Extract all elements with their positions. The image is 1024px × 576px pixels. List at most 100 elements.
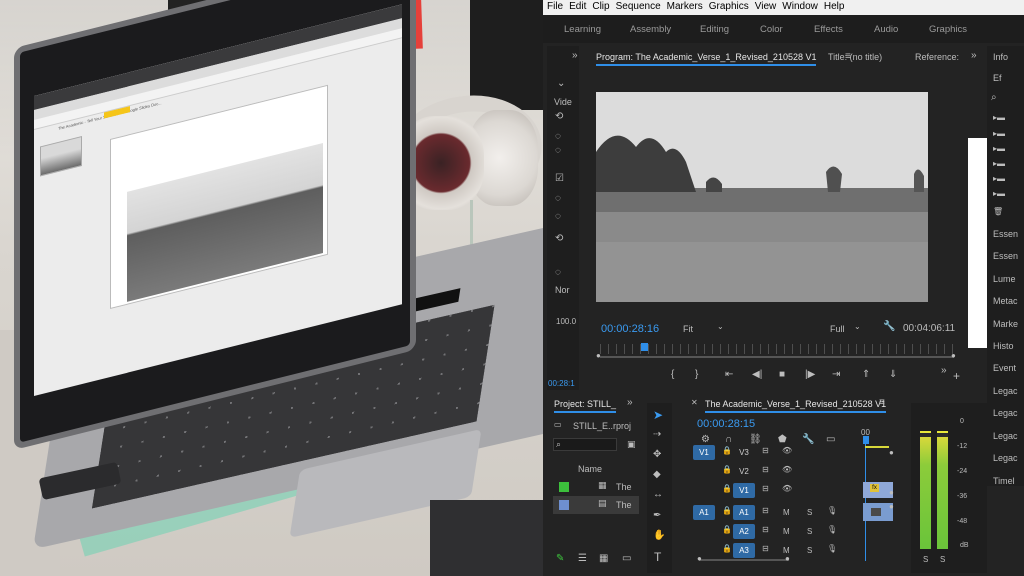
eye-icon[interactable]: 👁 [782,447,792,455]
legacy-tab-1[interactable]: Legac [993,386,1018,396]
type-tool-icon[interactable]: T [654,551,661,563]
program-tab[interactable]: Program: The Academic_Verse_1_Revised_21… [596,52,817,66]
track-v3[interactable]: V3 [733,445,755,460]
quality-select[interactable]: Full [830,324,845,334]
track-v1[interactable]: V1 [733,483,755,498]
track-scroll-handle[interactable]: ● [889,449,894,457]
essential-graphics-tab[interactable]: Essen [993,229,1018,239]
legacy-tab-2[interactable]: Legac [993,408,1018,418]
captions-icon[interactable]: ▭ [826,435,835,445]
menu-graphics[interactable]: Graphics [707,0,753,15]
scrub-start-handle[interactable]: ● [596,352,601,360]
project-search-input[interactable] [553,438,617,451]
folder-icon[interactable]: ▸▬ [993,175,1005,183]
keyframe-icon[interactable]: ◌ [555,146,561,156]
workspace-editing[interactable]: Editing [700,24,729,35]
lock-icon[interactable]: 🔒 [722,507,732,515]
folder-icon[interactable]: ▸▬ [993,160,1005,168]
track-v2[interactable]: V2 [733,464,755,479]
quality-chevron-icon[interactable]: ⌄ [854,323,861,331]
overflow-icon[interactable]: » [971,51,977,61]
fit-chevron-icon[interactable]: ⌄ [717,323,724,331]
add-button-icon[interactable]: + [953,370,960,382]
project-row[interactable]: ▦ The [553,478,639,496]
extract-icon[interactable]: ⇓ [889,370,897,380]
timecode-tab[interactable]: Timel [993,476,1015,486]
overflow-icon[interactable]: » [941,366,947,376]
track-a2[interactable]: A2 [733,524,755,539]
reference-tab[interactable]: Reference: [915,52,959,62]
legacy-tab-4[interactable]: Legac [993,453,1018,463]
selection-tool-icon[interactable]: ➤ [653,409,663,421]
workspace-effects[interactable]: Effects [814,24,843,35]
timeremap-icon[interactable]: ⟲ [555,234,563,244]
meter-solo-left[interactable]: S [923,555,928,564]
menu-clip[interactable]: Clip [590,0,613,15]
rotation-icon[interactable]: ◌ [555,212,561,222]
info-tab[interactable]: Info [993,52,1008,62]
solo-button[interactable]: S [807,546,812,555]
mute-button[interactable]: M [783,508,790,517]
title-tab[interactable]: Title: (no title) [828,52,882,62]
lock-icon[interactable]: 🔒 [722,447,732,455]
freeform-view-icon[interactable]: ▭ [622,554,631,564]
playhead-marker[interactable] [641,343,648,351]
workspace-audio[interactable]: Audio [874,24,898,35]
folder-icon[interactable]: ▸▬ [993,190,1005,198]
timeline-timecode[interactable]: 00:00:28:15 [697,418,755,430]
meter-solo-right[interactable]: S [940,555,945,564]
essential-sound-tab[interactable]: Essen [993,251,1018,261]
sync-lock-icon[interactable]: ⊟ [762,526,769,534]
checkbox-icon[interactable]: ☑ [555,174,564,184]
fx-icon[interactable]: ⟲ [555,112,563,122]
trash-icon[interactable]: 🗑 [993,208,1003,216]
dropdown-icon[interactable]: ⌄ [557,79,565,89]
icon-view-icon[interactable]: ▦ [599,554,608,564]
menu-view[interactable]: View [753,0,781,15]
markers-tab[interactable]: Marke [993,319,1018,329]
timeline-settings-icon[interactable]: 🔧 [802,435,814,445]
project-row[interactable]: ▤ The [553,496,639,514]
folder-icon[interactable]: ▸▬ [993,130,1005,138]
work-area-bar[interactable] [865,446,889,448]
events-tab[interactable]: Event [993,363,1016,373]
metadata-tab[interactable]: Metac [993,296,1018,306]
workspace-color[interactable]: Color [760,24,783,35]
track-a1[interactable]: A1 [733,505,755,520]
close-tab-icon[interactable]: ✕ [691,399,698,407]
track-scroll-handle[interactable]: ● [889,489,894,497]
step-forward-icon[interactable]: |▶ [805,370,815,380]
timeline-menu-icon[interactable]: ≡ [879,398,885,408]
project-tab[interactable]: Project: STILL_ [554,399,617,413]
menu-sequence[interactable]: Sequence [614,0,665,15]
program-current-timecode[interactable]: 00:00:28:16 [601,323,659,335]
folder-icon[interactable]: ▸▬ [993,114,1005,122]
menu-help[interactable]: Help [822,0,849,15]
menu-markers[interactable]: Markers [665,0,707,15]
menu-file[interactable]: File [545,0,567,15]
overflow-icon[interactable]: » [572,51,578,61]
mark-in-icon[interactable]: { [671,370,674,380]
eye-icon[interactable]: 👁 [782,485,792,493]
playhead-bar[interactable] [600,356,954,358]
sync-lock-icon[interactable]: ⊟ [762,507,769,515]
solo-button[interactable]: S [807,527,812,536]
scrub-end-handle[interactable]: ● [951,352,956,360]
legacy-tab-3[interactable]: Legac [993,431,1018,441]
list-view-icon[interactable]: ☰ [578,554,587,564]
mark-out-icon[interactable]: } [695,370,698,380]
source-patch-a1[interactable]: A1 [693,505,715,520]
snap-icon[interactable]: ∩ [725,435,732,445]
scroll-handle[interactable]: ● [785,555,790,563]
time-ruler[interactable] [600,344,954,354]
ripple-edit-icon[interactable]: ✥ [653,450,661,460]
track-a3[interactable]: A3 [733,543,755,558]
name-column-header[interactable]: Name [578,464,602,474]
razor-tool-icon[interactable]: ◆ [653,470,661,480]
sync-lock-icon[interactable]: ⊟ [762,466,769,474]
opacity-icon[interactable]: ◌ [555,194,561,204]
nest-icon[interactable]: ⚙ [701,435,710,445]
hand-tool-icon[interactable]: ✋ [653,531,665,541]
motion-icon[interactable]: ◌ [555,132,561,142]
lock-icon[interactable]: 🔒 [722,526,732,534]
